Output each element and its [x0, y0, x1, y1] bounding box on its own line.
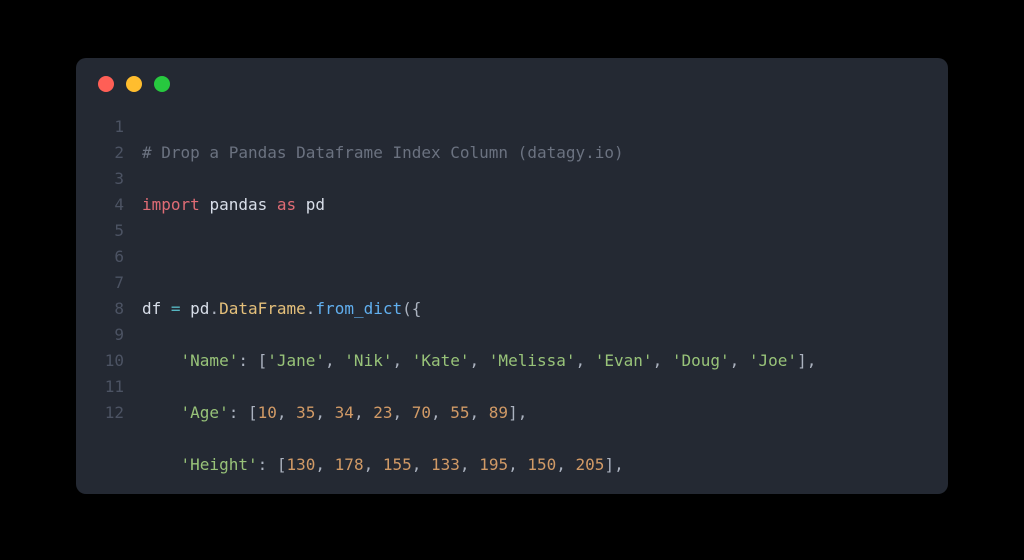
- line-number: 6: [76, 244, 124, 270]
- code-line: df = pd.DataFrame.from_dict({: [142, 296, 948, 322]
- comment: # Drop a Pandas Dataframe Index Column (…: [142, 143, 624, 162]
- line-number: 12: [76, 400, 124, 426]
- zoom-icon[interactable]: [154, 76, 170, 92]
- titlebar: [76, 58, 948, 110]
- alias: pd: [306, 195, 325, 214]
- line-number: 11: [76, 374, 124, 400]
- code-line: 'Height': [130, 178, 155, 133, 195, 150,…: [142, 452, 948, 478]
- line-number-gutter: 1 2 3 4 5 6 7 8 9 10 11 12: [76, 114, 136, 494]
- code-line: # Drop a Pandas Dataframe Index Column (…: [142, 140, 948, 166]
- code-window: 1 2 3 4 5 6 7 8 9 10 11 12 # Drop a Pand…: [76, 58, 948, 494]
- minimize-icon[interactable]: [126, 76, 142, 92]
- code-line: 'Name': ['Jane', 'Nik', 'Kate', 'Melissa…: [142, 348, 948, 374]
- code-line: [142, 244, 948, 270]
- code-line: 'Age': [10, 35, 34, 23, 70, 55, 89],: [142, 400, 948, 426]
- line-number: 3: [76, 166, 124, 192]
- line-number: 1: [76, 114, 124, 140]
- close-icon[interactable]: [98, 76, 114, 92]
- line-number: 4: [76, 192, 124, 218]
- line-number: 7: [76, 270, 124, 296]
- line-number: 8: [76, 296, 124, 322]
- keyword: as: [277, 195, 296, 214]
- module: pandas: [209, 195, 267, 214]
- line-number: 5: [76, 218, 124, 244]
- line-number: 9: [76, 322, 124, 348]
- variable: df: [142, 299, 161, 318]
- code-line: import pandas as pd: [142, 192, 948, 218]
- editor: 1 2 3 4 5 6 7 8 9 10 11 12 # Drop a Pand…: [76, 110, 948, 494]
- keyword: import: [142, 195, 200, 214]
- line-number: 10: [76, 348, 124, 374]
- code-area[interactable]: # Drop a Pandas Dataframe Index Column (…: [136, 114, 948, 494]
- line-number: 2: [76, 140, 124, 166]
